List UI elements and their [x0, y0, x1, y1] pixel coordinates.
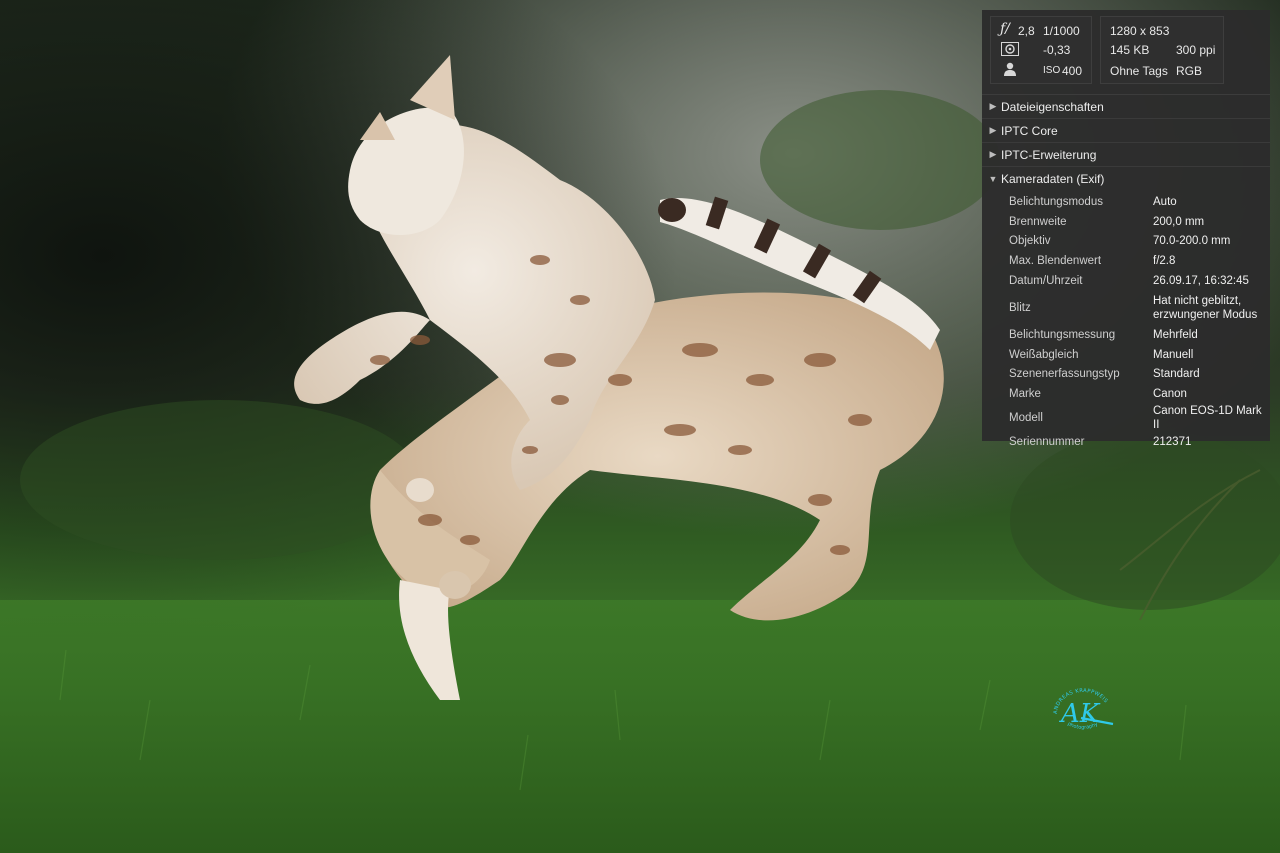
exif-key: Brennweite: [1009, 215, 1067, 228]
exif-row: Max. Blendenwert f/2.8: [982, 251, 1270, 271]
aperture-prefix: ƒ/: [1000, 21, 1010, 37]
section-label: Kameradaten (Exif): [1001, 171, 1105, 186]
watermark-initials: AK: [1059, 699, 1101, 729]
metering-mode-icon: [1001, 42, 1019, 56]
section-label: Dateieigenschaften: [1001, 99, 1104, 114]
section-kameradaten-exif[interactable]: ▼ Kameradaten (Exif): [982, 167, 1270, 190]
color-profile-tags: Ohne Tags: [1110, 64, 1168, 78]
aperture-value: 2,8: [1018, 24, 1035, 38]
exif-value: Standard: [1153, 368, 1200, 381]
exif-value: f/2.8: [1153, 255, 1176, 268]
exif-value: Canon: [1153, 388, 1187, 401]
section-dateieigenschaften[interactable]: ▶ Dateieigenschaften: [982, 95, 1270, 119]
exif-value: Canon EOS-1D Mark II: [1153, 405, 1262, 432]
exif-row: Blitz Hat nicht geblitzt, erzwungener Mo…: [982, 291, 1270, 325]
section-label: IPTC-Erweiterung: [1001, 147, 1097, 162]
exif-row: Marke Canon: [982, 384, 1270, 404]
exif-key: Datum/Uhrzeit: [1009, 275, 1083, 288]
exif-key: Marke: [1009, 388, 1041, 401]
exposure-program-icon: [1004, 62, 1016, 76]
section-label: IPTC Core: [1001, 123, 1058, 138]
shutter-speed: 1/1000: [1043, 24, 1080, 38]
file-summary-box: 1280 x 853 145 KB 300 ppi Ohne Tags RGB: [1100, 16, 1224, 84]
iso-value: 400: [1062, 64, 1083, 78]
exif-row: Objektiv 70.0-200.0 mm: [982, 232, 1270, 252]
exif-row: Szenenerfassungstyp Standard: [982, 365, 1270, 385]
exif-value: 26.09.17, 16:32:45: [1153, 275, 1249, 288]
exif-key: Max. Blendenwert: [1009, 255, 1102, 268]
file-size: 145 KB: [1110, 43, 1150, 57]
exif-table: Belichtungsmodus Auto Brennweite 200,0 m…: [982, 190, 1270, 452]
color-mode: RGB: [1176, 64, 1203, 78]
exif-value: Auto: [1153, 195, 1177, 208]
exif-key: Belichtungsmessung: [1009, 328, 1116, 341]
exif-row: Datum/Uhrzeit 26.09.17, 16:32:45: [982, 271, 1270, 291]
exif-key: Blitz: [1009, 301, 1031, 314]
metadata-summary: ƒ/ 2,8 1/1000 -0,33 ISO 400 1280 x 853 1…: [982, 10, 1270, 95]
exif-row: Brennweite 200,0 mm: [982, 212, 1270, 232]
exif-value: 200,0 mm: [1153, 215, 1205, 228]
exif-row: Seriennummer 212371: [982, 432, 1270, 452]
exif-key: Szenenerfassungstyp: [1009, 368, 1120, 381]
exif-value: 212371: [1153, 436, 1192, 449]
camera-summary-box: ƒ/ 2,8 1/1000 -0,33 ISO 400: [990, 16, 1092, 84]
exposure-compensation: -0,33: [1043, 43, 1071, 57]
exif-key: Belichtungsmodus: [1009, 195, 1103, 208]
chevron-right-icon: ▶: [989, 101, 997, 111]
exif-row: Belichtungsmodus Auto: [982, 192, 1270, 212]
exif-key: Objektiv: [1009, 235, 1051, 248]
exif-value: 70.0-200.0 mm: [1153, 235, 1231, 248]
exif-row: Belichtungsmessung Mehrfeld: [982, 325, 1270, 345]
section-iptc-erweiterung[interactable]: ▶ IPTC-Erweiterung: [982, 143, 1270, 167]
chevron-right-icon: ▶: [989, 149, 997, 159]
exif-row: Modell Canon EOS-1D Mark II: [982, 404, 1270, 432]
iso-label: ISO: [1043, 65, 1061, 76]
image-dimensions: 1280 x 853: [1110, 24, 1170, 38]
resolution: 300 ppi: [1176, 43, 1216, 57]
exif-key: Modell: [1009, 412, 1043, 425]
exif-key: Seriennummer: [1009, 436, 1085, 449]
section-iptc-core[interactable]: ▶ IPTC Core: [982, 119, 1270, 143]
chevron-right-icon: ▶: [989, 125, 997, 135]
exif-value: Mehrfeld: [1153, 328, 1198, 341]
photographer-watermark-logo: ANDREAS KRAPPWEIS photography AK: [1053, 688, 1114, 731]
exif-row: Weißabgleich Manuell: [982, 345, 1270, 365]
exif-key: Weißabgleich: [1009, 348, 1079, 361]
exif-value: Manuell: [1153, 348, 1194, 361]
exif-value: Hat nicht geblitzt, erzwungener Modus: [1153, 294, 1258, 321]
chevron-down-icon: ▼: [988, 173, 998, 184]
metadata-panel: ƒ/ 2,8 1/1000 -0,33 ISO 400 1280 x 853 1…: [982, 10, 1270, 448]
